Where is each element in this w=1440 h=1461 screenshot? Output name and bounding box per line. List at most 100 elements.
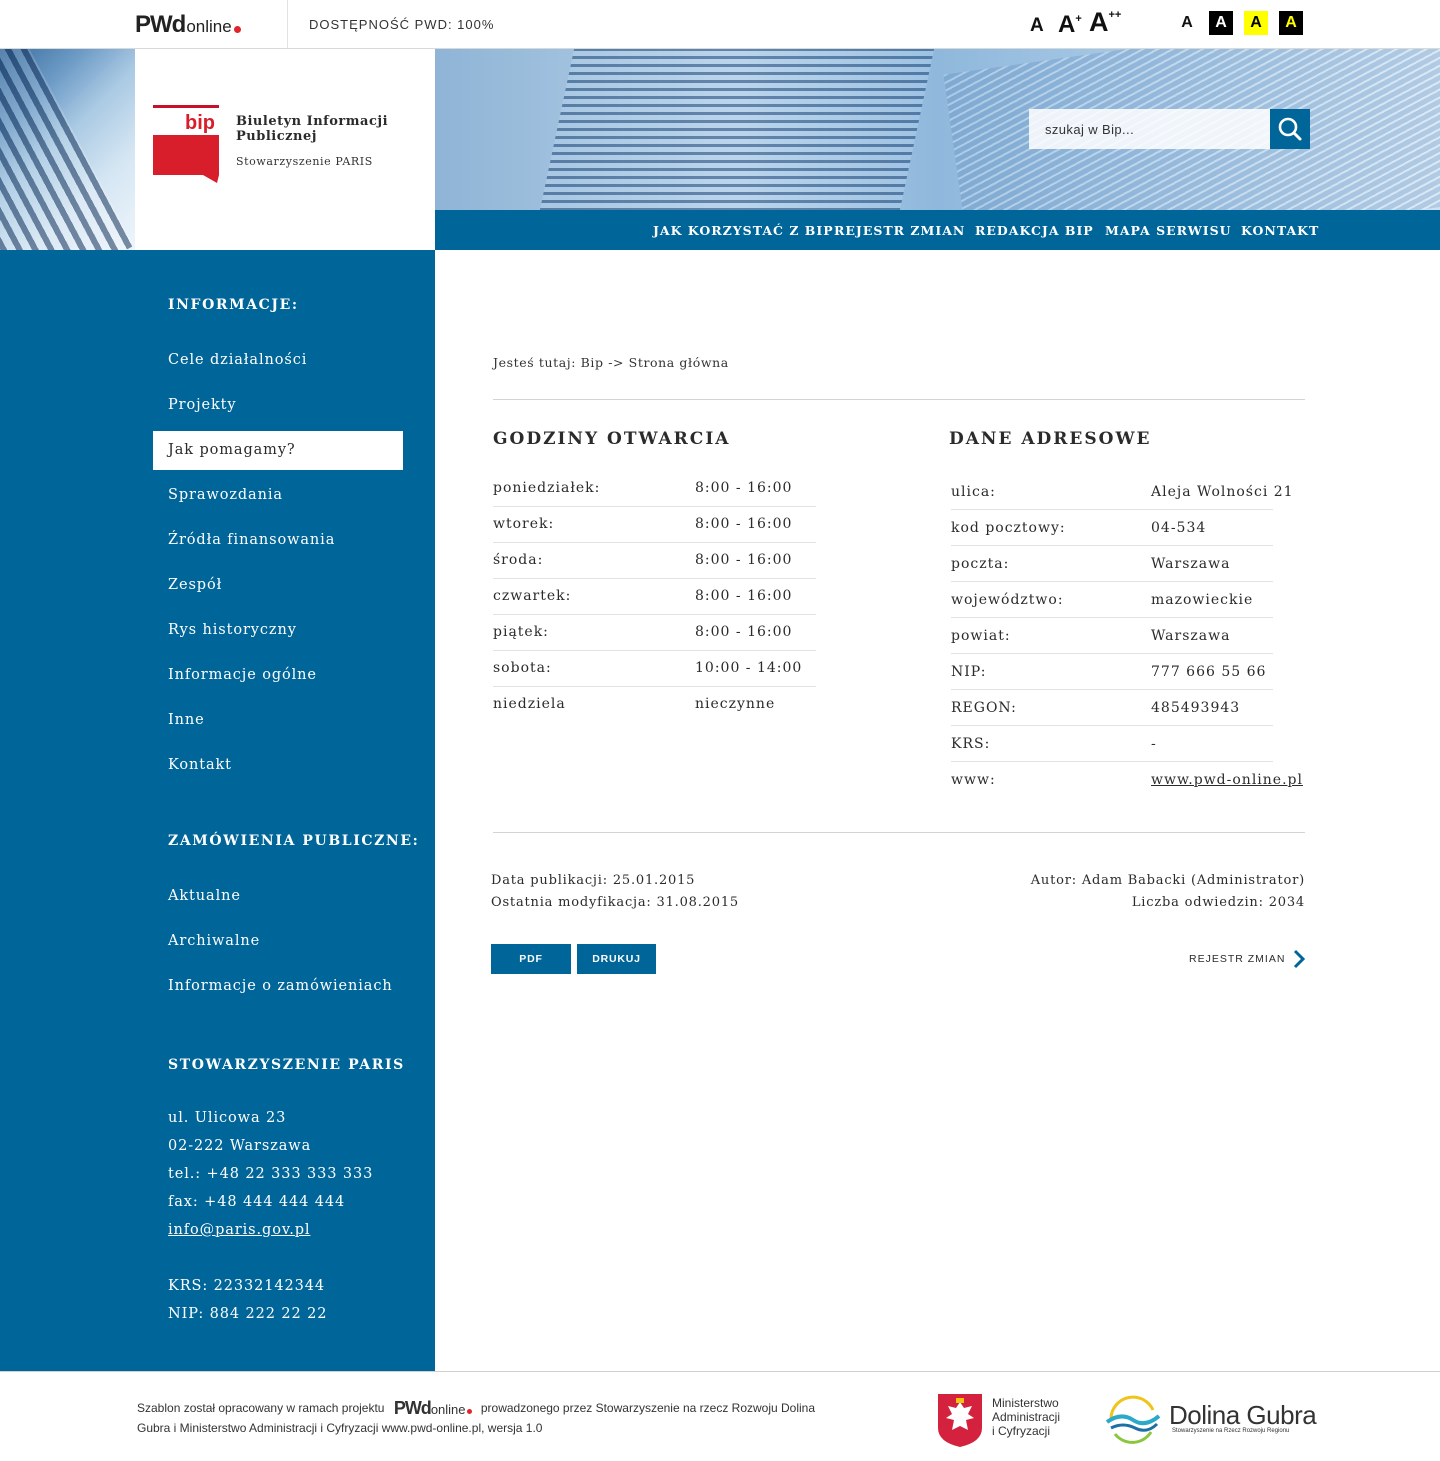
change-log-link[interactable]: REJESTR ZMIAN [1189,953,1285,965]
sidebar: INFORMACJE: Cele działalności Projekty J… [0,250,435,1371]
hours-time: 8:00 - 16:00 [695,516,793,532]
sidebar-item-current[interactable]: Aktualne [168,888,241,904]
address-value: mazowieckie [1151,592,1254,608]
org-phone: tel.: +48 22 333 333 333 [168,1166,374,1182]
divider [493,832,1305,833]
contrast-yellow-black-button[interactable]: A [1244,11,1268,35]
address-label: NIP: [951,664,987,680]
address-label: powiat: [951,628,1011,644]
table-row: NIP: 777 666 55 66 [951,654,1273,690]
logo-dot [233,26,241,33]
polish-eagle-emblem [938,1394,982,1447]
address-value: Aleja Wolności 21 [1151,484,1294,500]
address-label: REGON: [951,700,1017,716]
logo-dot [466,1409,472,1414]
divider [287,0,288,48]
dolina-gubra-logo [1105,1395,1161,1444]
sidebar-item-contact[interactable]: Kontakt [168,757,232,773]
sidebar-item-reports[interactable]: Sprawozdania [168,487,283,503]
sidebar-item-how-we-help[interactable]: Jak pomagamy? [153,431,403,470]
nav-item-contact[interactable]: KONTAKT [1241,223,1319,238]
sidebar-item-history[interactable]: Rys historyczny [168,622,297,638]
address-label: poczta: [951,556,1010,572]
hours-heading: GODZINY OTWARCIA [493,429,731,449]
table-row: www: www.pwd-online.pl [951,762,1302,798]
ministry-line: Ministerstwo [992,1396,1059,1410]
hours-day: czwartek: [493,588,572,604]
search-button[interactable] [1270,109,1310,149]
table-row: piątek: 8:00 - 16:00 [493,615,816,651]
font-size-sup: ++ [1108,9,1122,21]
font-size-xlarge-button[interactable]: A++ [1089,7,1121,38]
site-subtitle: Stowarzyszenie PARIS [236,155,373,168]
hours-time: 8:00 - 16:00 [695,552,793,568]
table-row: REGON: 485493943 [951,690,1273,726]
hours-day: wtorek: [493,516,555,532]
main-nav: JAK KORZYSTAĆ Z BIP REJESTR ZMIAN REDAKC… [435,210,1440,250]
address-value: 04-534 [1151,520,1207,536]
sidebar-item-order-info[interactable]: Informacje o zamówieniach [168,978,393,994]
contrast-black-yellow-button[interactable]: A [1279,11,1303,35]
address-value: 485493943 [1151,700,1241,716]
dolina-gubra-name: Dolina Gubra [1169,1400,1317,1430]
nav-item-sitemap[interactable]: MAPA SERWISU [1105,223,1232,238]
contrast-black-white-button[interactable]: A [1209,11,1233,35]
address-value: 777 666 55 66 [1151,664,1267,680]
hours-time: 8:00 - 16:00 [695,588,793,604]
search-icon [1278,117,1302,141]
author: Autor: Adam Babacki (Administrator) [1030,873,1305,888]
table-row: ulica: Aleja Wolności 21 [951,474,1293,510]
font-size-label: A [1058,11,1076,38]
table-row: niedziela nieczynne [493,687,816,723]
bip-logo[interactable]: bip [153,105,219,183]
table-row: czwartek: 8:00 - 16:00 [493,579,816,615]
address-heading: DANE ADRESOWE [949,429,1152,449]
pwd-online-logo[interactable]: PWd online [135,12,241,37]
sidebar-item-goals[interactable]: Cele działalności [168,352,307,368]
header-image-left [0,49,135,250]
ministry-line: i Cyfryzacji [992,1424,1051,1438]
chevron-right-icon[interactable] [1291,948,1307,970]
ministry-line: Administracji [992,1410,1061,1424]
hours-time: 8:00 - 16:00 [695,480,793,496]
footer-text: Szablon został opracowany w ramach proje… [137,1399,837,1437]
org-email-link[interactable]: info@paris.gov.pl [168,1222,310,1238]
website-link[interactable]: www.pwd-online.pl [1151,772,1303,788]
footer-text-before: Szablon został opracowany w ramach proje… [137,1401,385,1416]
nav-item-change-log[interactable]: REJESTR ZMIAN [834,223,965,238]
pdf-button[interactable]: PDF [491,944,571,974]
sidebar-item-other[interactable]: Inne [168,712,205,728]
ministry-name: Ministerstwo Administracji i Cyfryzacji [992,1396,1060,1438]
site-title: Biuletyn Informacji Publicznej [236,114,389,144]
top-bar: PWd online DOSTĘPNOŚĆ PWD: 100% A A+ A++… [0,0,1440,49]
org-city: 02-222 Warszawa [168,1138,312,1154]
search-input[interactable] [1029,109,1270,149]
sidebar-item-archive[interactable]: Archiwalne [168,933,260,949]
accessibility-label: DOSTĘPNOŚĆ PWD: 100% [309,17,495,32]
nav-item-how-to-use[interactable]: JAK KORZYSTAĆ Z BIP [653,223,834,238]
sidebar-item-projects[interactable]: Projekty [168,397,237,413]
sidebar-item-funding[interactable]: Źródła finansowania [168,532,335,548]
org-krs: KRS: 22332142344 [168,1278,326,1294]
pwd-online-footer-logo[interactable]: PWdonline [394,1399,472,1419]
address-value: - [1151,736,1157,752]
table-row: środa: 8:00 - 16:00 [493,543,816,579]
address-label: kod pocztowy: [951,520,1066,536]
sidebar-item-general[interactable]: Informacje ogólne [168,667,317,683]
contrast-default-button[interactable]: A [1175,11,1199,35]
table-row: poniedziałek: 8:00 - 16:00 [493,471,816,507]
divider [493,399,1305,400]
nav-item-editorial[interactable]: REDAKCJA BIP [975,223,1094,238]
hours-time: 8:00 - 16:00 [695,624,793,640]
hours-time: nieczynne [695,696,776,712]
print-button[interactable]: DRUKUJ [577,944,656,974]
sidebar-item-team[interactable]: Zespół [168,577,222,593]
hours-day: sobota: [493,660,552,676]
visit-count: Liczba odwiedzin: 2034 [1131,895,1305,910]
sidebar-heading-info: INFORMACJE: [168,297,299,313]
hours-time: 10:00 - 14:00 [695,660,803,676]
address-value: Warszawa [1151,628,1231,644]
modified-date: Ostatnia modyfikacja: 31.08.2015 [491,895,739,910]
font-size-large-button[interactable]: A+ [1058,11,1082,39]
font-size-normal-button[interactable]: A [1030,15,1044,37]
